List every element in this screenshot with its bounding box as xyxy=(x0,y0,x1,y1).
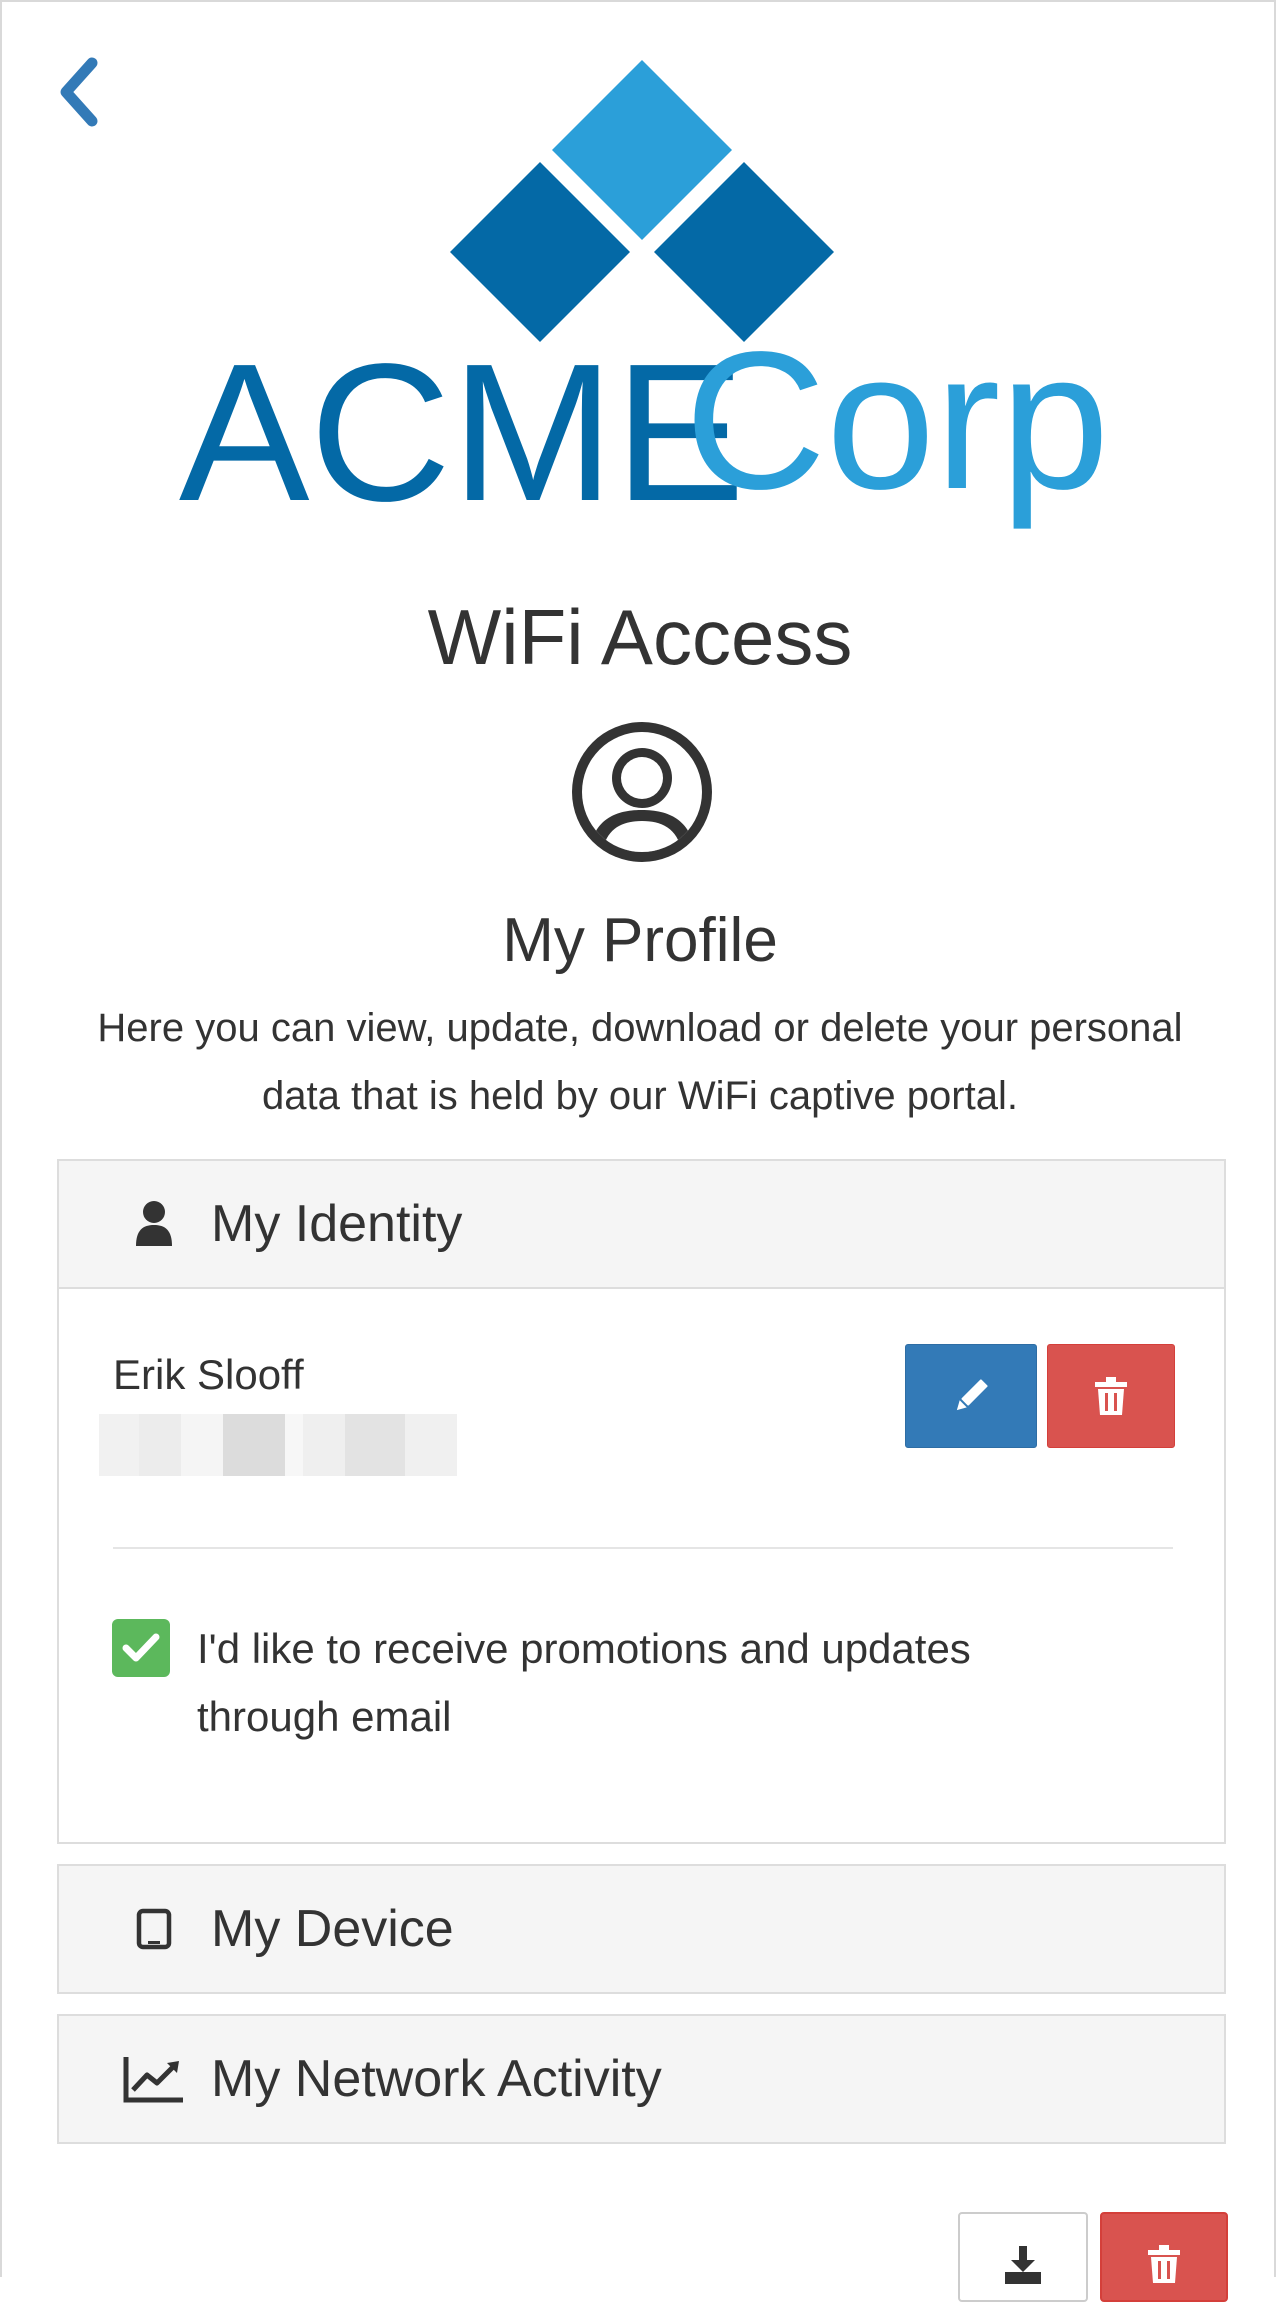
page-frame: ACME Corp WiFi Access My Profile Here yo… xyxy=(0,0,1276,2302)
panel-heading-network-activity[interactable]: My Network Activity xyxy=(57,2014,1226,2144)
edit-identity-button[interactable] xyxy=(905,1344,1037,1448)
panel-heading-identity[interactable]: My Identity xyxy=(57,1159,1226,1289)
trash-icon xyxy=(1148,2245,1180,2283)
panel-heading-device[interactable]: My Device xyxy=(57,1864,1226,1994)
section-title: My Profile xyxy=(502,906,778,975)
delete-all-data-button[interactable] xyxy=(1100,2212,1228,2302)
line-chart-icon xyxy=(119,2055,189,2103)
promotions-checkbox[interactable] xyxy=(112,1619,170,1677)
panel-heading-label: My Identity xyxy=(211,1195,463,1253)
chevron-left-icon xyxy=(60,57,98,127)
user-circle-icon xyxy=(568,718,716,866)
divider xyxy=(113,1547,1173,1549)
back-button[interactable] xyxy=(54,57,106,127)
pencil-icon xyxy=(956,1379,988,1411)
tablet-icon xyxy=(119,1908,189,1950)
trash-icon xyxy=(1095,1377,1127,1415)
download-data-button[interactable] xyxy=(958,2212,1088,2302)
page-description: Here you can view, update, download or d… xyxy=(97,1006,1183,1118)
identity-panel-body: Erik Slooff I'd like to receive promotio… xyxy=(57,1289,1226,1844)
panel-heading-label: My Network Activity xyxy=(211,2050,662,2108)
checkmark-icon xyxy=(122,1633,160,1662)
panel-heading-label: My Device xyxy=(211,1900,454,1958)
user-name: Erik Slooff xyxy=(113,1351,304,1398)
svg-text:ACME: ACME xyxy=(179,323,745,542)
page-title: WiFi Access xyxy=(427,593,853,681)
promotions-label[interactable]: I'd like to receive promotions and updat… xyxy=(197,1615,1117,1751)
download-icon xyxy=(1005,2246,1041,2284)
svg-text:Corp: Corp xyxy=(685,311,1110,530)
acme-corp-logo: ACME Corp xyxy=(142,42,1152,542)
user-icon xyxy=(119,1200,189,1248)
redacted-email xyxy=(99,1414,457,1476)
delete-identity-button[interactable] xyxy=(1047,1344,1175,1448)
